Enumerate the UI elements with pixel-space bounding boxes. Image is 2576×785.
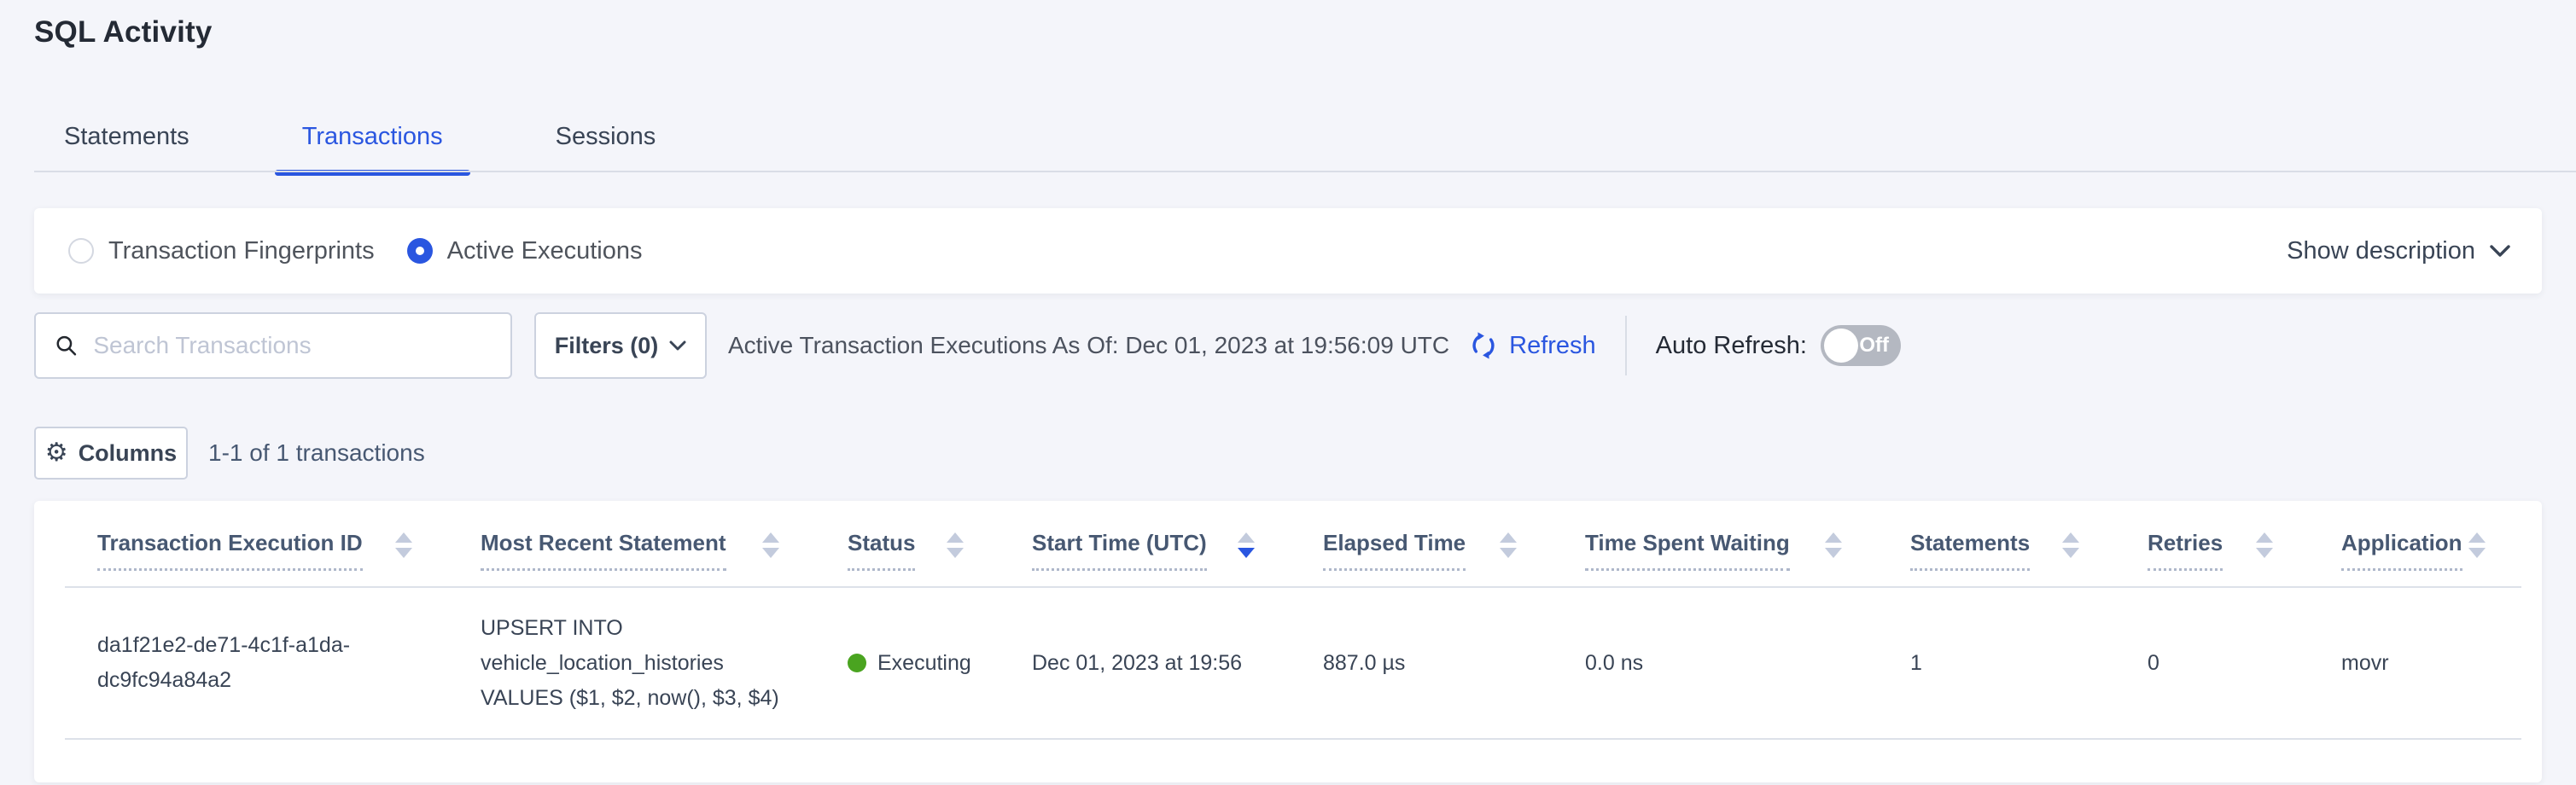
table-header-row: Transaction Execution ID Most Recent Sta… — [65, 501, 2521, 588]
column-header-statements[interactable]: Statements — [1878, 530, 2115, 571]
show-description-label: Show description — [2287, 237, 2475, 265]
radio-selected-icon[interactable] — [407, 238, 433, 264]
column-header-application[interactable]: Application — [2309, 530, 2521, 571]
cell-retries: 0 — [2115, 624, 2309, 703]
view-mode-card: Transaction Fingerprints Active Executio… — [34, 208, 2542, 294]
search-icon — [55, 333, 78, 358]
sort-icon — [2062, 532, 2079, 558]
sort-icon — [762, 532, 779, 558]
status-label: Executing — [877, 646, 971, 681]
tab-bar-divider — [34, 171, 2576, 172]
sort-icon — [2256, 532, 2273, 558]
column-header-most-recent-statement[interactable]: Most Recent Statement — [448, 530, 815, 571]
column-header-start-time[interactable]: Start Time (UTC) — [1000, 530, 1291, 571]
column-header-transaction-execution-id[interactable]: Transaction Execution ID — [65, 530, 448, 571]
column-header-retries[interactable]: Retries — [2115, 530, 2309, 571]
gear-icon: ⚙ — [45, 440, 68, 466]
radio-label: Active Executions — [447, 237, 643, 265]
column-header-elapsed-time[interactable]: Elapsed Time — [1291, 530, 1553, 571]
auto-refresh-label: Auto Refresh: — [1656, 332, 1807, 360]
result-count: 1-1 of 1 transactions — [208, 439, 425, 467]
sort-icon — [947, 532, 964, 558]
as-of-timestamp-text: Active Transaction Executions As Of: Dec… — [728, 332, 1449, 359]
cell-time-spent-waiting: 0.0 ns — [1553, 624, 1878, 703]
status-executing-dot-icon — [848, 654, 866, 672]
radio-unselected-icon[interactable] — [68, 238, 94, 264]
filters-label: Filters (0) — [555, 333, 659, 359]
auto-refresh-toggle[interactable]: Off — [1821, 325, 1901, 366]
transactions-table: Transaction Execution ID Most Recent Sta… — [34, 501, 2542, 782]
cell-statements: 1 — [1878, 624, 2115, 703]
toolbar-divider — [1625, 316, 1627, 375]
chevron-down-icon — [669, 340, 686, 352]
sort-icon — [2468, 532, 2486, 558]
tab-statements[interactable]: Statements — [34, 113, 246, 173]
cell-start-time: Dec 01, 2023 at 19:56 — [1000, 624, 1291, 703]
refresh-label: Refresh — [1509, 332, 1596, 360]
sort-icon — [395, 532, 412, 558]
chevron-down-icon — [2489, 244, 2511, 258]
column-header-time-spent-waiting[interactable]: Time Spent Waiting — [1553, 530, 1878, 571]
toggle-knob — [1824, 329, 1858, 363]
tab-bar: Statements Transactions Sessions — [34, 113, 712, 173]
columns-button[interactable]: ⚙ Columns — [34, 427, 188, 480]
columns-button-label: Columns — [79, 440, 178, 467]
page-title: SQL Activity — [34, 15, 213, 49]
sort-icon — [1825, 532, 1842, 558]
column-header-status[interactable]: Status — [815, 530, 1000, 571]
radio-transaction-fingerprints[interactable]: Transaction Fingerprints — [68, 237, 375, 265]
radio-label: Transaction Fingerprints — [108, 237, 375, 265]
toggle-state-label: Off — [1859, 334, 1889, 358]
table-controls: ⚙ Columns 1-1 of 1 transactions — [34, 427, 425, 480]
tab-sessions[interactable]: Sessions — [499, 113, 713, 173]
table-row[interactable]: da1f21e2-de71-4c1f-a1da-dc9fc94a84a2 UPS… — [65, 588, 2521, 740]
show-description-button[interactable]: Show description — [2287, 237, 2511, 265]
search-box[interactable] — [34, 312, 512, 379]
search-input[interactable] — [93, 332, 492, 359]
sort-icon — [1500, 532, 1517, 558]
tab-transactions[interactable]: Transactions — [246, 113, 499, 173]
radio-active-executions[interactable]: Active Executions — [407, 237, 643, 265]
cell-transaction-execution-id: da1f21e2-de71-4c1f-a1da-dc9fc94a84a2 — [65, 606, 448, 720]
cell-most-recent-statement: UPSERT INTO vehicle_location_histories V… — [448, 589, 815, 738]
toolbar: Filters (0) Active Transaction Execution… — [34, 312, 2542, 379]
refresh-button[interactable]: Refresh — [1468, 330, 1596, 361]
filters-button[interactable]: Filters (0) — [534, 312, 707, 379]
refresh-icon — [1468, 330, 1499, 361]
sort-desc-icon — [1238, 532, 1255, 558]
cell-elapsed-time: 887.0 µs — [1291, 624, 1553, 703]
cell-status: Executing — [815, 624, 1000, 703]
cell-application: movr — [2309, 624, 2521, 703]
